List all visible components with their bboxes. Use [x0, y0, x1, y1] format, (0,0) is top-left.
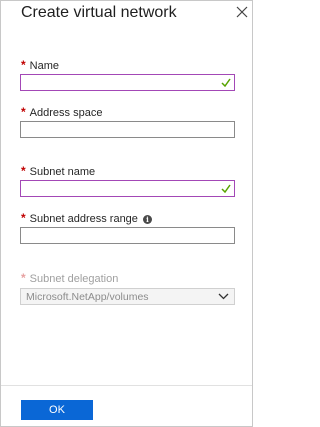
subnet-delegation-label-text: Subnet delegation [29, 273, 119, 285]
close-icon[interactable] [235, 5, 249, 19]
ok-button[interactable]: OK [21, 400, 93, 420]
dialog-title: Create virtual network [21, 4, 177, 21]
checkmark-icon [221, 78, 231, 87]
subnet-name-label: * Subnet name [21, 164, 95, 178]
name-label: * Name [21, 58, 59, 72]
subnet-address-range-label: * Subnet address range i [21, 211, 152, 225]
checkmark-icon [221, 184, 231, 193]
name-input[interactable] [20, 74, 235, 91]
address-space-input[interactable] [20, 121, 235, 138]
subnet-name-label-text: Subnet name [29, 166, 96, 178]
subnet-name-input[interactable] [20, 180, 235, 197]
subnet-delegation-select: Microsoft.NetApp/volumes [20, 288, 235, 305]
subnet-address-range-label-text: Subnet address range [29, 213, 138, 225]
name-label-text: Name [29, 60, 60, 72]
required-asterisk: * [21, 164, 26, 178]
subnet-address-range-input[interactable] [20, 227, 235, 244]
create-virtual-network-panel: Create virtual network * Name * Address sp… [0, 0, 253, 427]
info-icon[interactable]: i [142, 215, 152, 224]
required-asterisk: * [21, 58, 26, 72]
subnet-delegation-label: * Subnet delegation [21, 271, 118, 285]
address-space-label: * Address space [21, 105, 102, 119]
chevron-down-icon [218, 293, 229, 300]
required-asterisk: * [21, 271, 26, 285]
required-asterisk: * [21, 211, 26, 225]
required-asterisk: * [21, 105, 26, 119]
subnet-delegation-value: Microsoft.NetApp/volumes [26, 291, 149, 303]
address-space-label-text: Address space [29, 107, 103, 119]
footer-divider [1, 385, 252, 386]
